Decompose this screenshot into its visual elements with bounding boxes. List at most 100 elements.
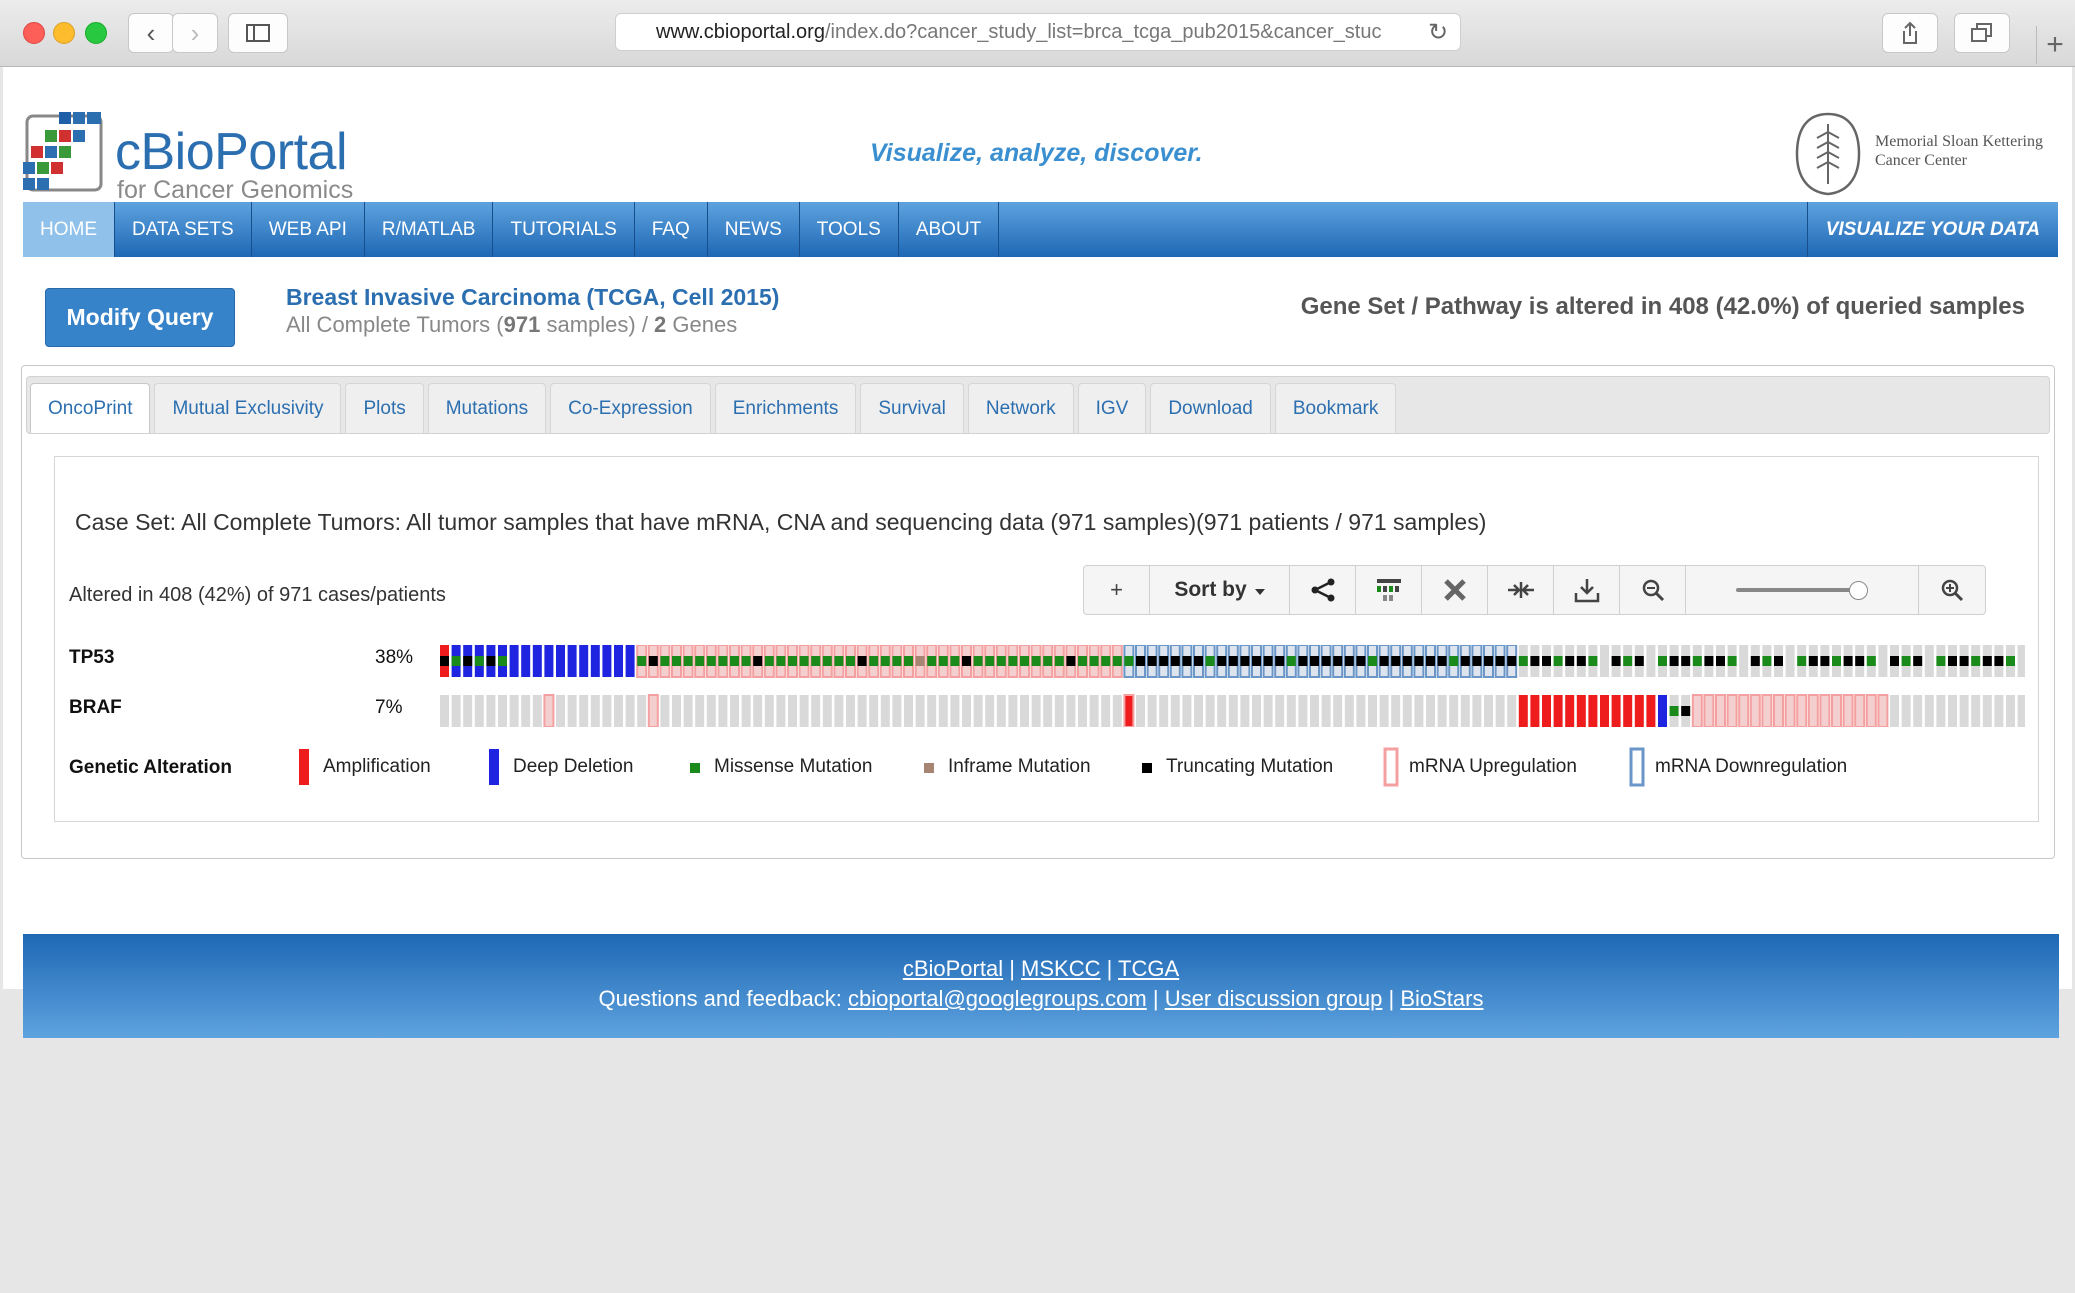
tab-bookmark[interactable]: Bookmark xyxy=(1274,383,1397,433)
oncoprint-cell-braf xyxy=(1749,694,1761,727)
oncoprint-mutation-tp53 xyxy=(451,656,461,666)
oncoprint-cell-braf xyxy=(1542,695,1551,727)
nav-about[interactable]: ABOUT xyxy=(899,202,1000,257)
maximize-window-button[interactable] xyxy=(85,22,107,44)
oncoprint-mutation-tp53 xyxy=(1704,656,1714,666)
tabs-overview-button[interactable] xyxy=(1954,13,2010,53)
sidebar-toggle-button[interactable] xyxy=(228,13,288,53)
oncoprint-cell-braf xyxy=(985,695,995,727)
oncoprint-cell-braf xyxy=(1773,694,1784,727)
nav-news[interactable]: NEWS xyxy=(708,202,800,257)
oncoprint-cell-braf xyxy=(892,695,902,727)
tab-co-expression[interactable]: Co-Expression xyxy=(550,383,711,433)
tab-network[interactable]: Network xyxy=(967,383,1074,433)
zoom-slider-thumb[interactable] xyxy=(1849,581,1869,600)
oncoprint-cell-braf xyxy=(1136,695,1145,727)
tab-plots[interactable]: Plots xyxy=(345,383,424,433)
oncoprint-mutation-tp53 xyxy=(1692,656,1702,666)
back-button[interactable]: ‹ xyxy=(128,13,174,53)
tab-download[interactable]: Download xyxy=(1150,383,1271,433)
footer-link-discussion[interactable]: User discussion group xyxy=(1165,986,1383,1011)
nav-home[interactable]: HOME xyxy=(23,202,115,257)
nav-faq[interactable]: FAQ xyxy=(635,202,708,257)
tab-survival[interactable]: Survival xyxy=(860,383,964,433)
oncoprint-mutation-tp53 xyxy=(1553,656,1563,666)
url-host: www.cbioportal.org xyxy=(656,20,825,43)
mskcc-logo[interactable]: Memorial Sloan Kettering Cancer Center xyxy=(1793,112,2063,197)
oncoprint-mutation-tp53 xyxy=(904,656,913,666)
oncoprint-mutation-tp53 xyxy=(498,656,507,666)
zoom-out-button[interactable] xyxy=(1620,566,1686,614)
oncoprint-mutation-tp53 xyxy=(1484,656,1493,666)
reload-icon[interactable]: ↻ xyxy=(1428,13,1448,51)
tab-oncoprint[interactable]: OncoPrint xyxy=(30,383,151,433)
share-button[interactable] xyxy=(1882,13,1938,53)
oncoprint-cell-braf xyxy=(776,695,786,727)
footer-link-mskcc[interactable]: MSKCC xyxy=(1021,956,1100,981)
share-button[interactable] xyxy=(1290,566,1356,614)
oncoprint-mutation-tp53 xyxy=(1031,656,1041,666)
study-summary: All Complete Tumors (971 samples) / 2 Ge… xyxy=(286,312,737,338)
oncoprint-cell-braf xyxy=(1831,694,1842,727)
oncoprint-cell-braf xyxy=(822,695,832,727)
oncoprint-toolbar: + Sort by xyxy=(1083,565,1986,615)
oncoprint-cell-braf xyxy=(1194,695,1203,727)
forward-button[interactable]: › xyxy=(172,13,218,53)
nav-tools[interactable]: TOOLS xyxy=(800,202,899,257)
oncoprint-mutation-tp53 xyxy=(1379,656,1389,666)
tab-mutual-exclusivity[interactable]: Mutual Exclusivity xyxy=(154,383,342,433)
oncoprint-cell-braf xyxy=(1484,695,1493,727)
legend-inframe: Inframe Mutation xyxy=(922,747,1091,787)
oncoprint-cell-braf xyxy=(1913,695,1923,727)
oncoprint-cell-braf xyxy=(1298,695,1308,727)
remove-whitespace-button[interactable] xyxy=(1422,566,1488,614)
download-button[interactable] xyxy=(1554,566,1620,614)
modify-query-button[interactable]: Modify Query xyxy=(45,288,235,347)
nav-r-matlab[interactable]: R/MATLAB xyxy=(365,202,494,257)
visualize-your-data-link[interactable]: VISUALIZE YOUR DATA xyxy=(1806,202,2058,257)
oncoprint-cell-braf xyxy=(996,695,1006,727)
tab-igv[interactable]: IGV xyxy=(1077,383,1147,433)
nav-web-api[interactable]: WEB API xyxy=(252,202,365,257)
minimize-window-button[interactable] xyxy=(53,22,75,44)
oncoprint-mutation-tp53 xyxy=(1449,656,1459,666)
study-title-link[interactable]: Breast Invasive Carcinoma (TCGA, Cell 20… xyxy=(286,284,779,311)
oncoprint-cell-braf xyxy=(1703,694,1715,727)
zoom-in-button[interactable] xyxy=(1919,566,1985,614)
gene-label-braf[interactable]: BRAF xyxy=(69,697,122,719)
oncoprint-mutation-tp53 xyxy=(2006,656,2015,666)
new-tab-button[interactable]: + xyxy=(2036,26,2073,64)
oncoprint-mutation-tp53 xyxy=(648,656,658,666)
oncoprint-mutation-tp53 xyxy=(1681,656,1691,666)
oncoprint-cell-tp53 xyxy=(602,645,612,677)
tab-enrichments[interactable]: Enrichments xyxy=(714,383,857,433)
oncoprint-cell-braf xyxy=(1217,695,1227,727)
oncoprint-cell-braf xyxy=(927,695,937,727)
feedback-prefix: Questions and feedback: xyxy=(598,986,849,1011)
add-track-button[interactable]: + xyxy=(1084,566,1150,614)
oncoprint-grid[interactable] xyxy=(440,645,2025,727)
compress-columns-button[interactable] xyxy=(1488,566,1554,614)
address-bar[interactable]: www.cbioportal.org/index.do?cancer_study… xyxy=(615,13,1461,51)
nav-tutorials[interactable]: TUTORIALS xyxy=(493,202,635,257)
oncoprint-cell-braf xyxy=(1507,695,1517,727)
sort-by-dropdown[interactable]: Sort by xyxy=(1150,566,1290,614)
show-unaltered-button[interactable] xyxy=(1356,566,1422,614)
oncoprint-mutation-tp53 xyxy=(1414,656,1424,666)
gene-label-tp53[interactable]: TP53 xyxy=(69,647,114,669)
zoom-slider-track xyxy=(1736,588,1862,592)
footer-link-cbioportal[interactable]: cBioPortal xyxy=(903,956,1003,981)
nav-data-sets[interactable]: DATA SETS xyxy=(115,202,252,257)
tab-mutations[interactable]: Mutations xyxy=(427,383,547,433)
cbioportal-logo[interactable]: cBioPortal for Cancer Genomics xyxy=(23,112,383,204)
url-path: /index.do?cancer_study_list=brca_tcga_pu… xyxy=(824,20,1382,43)
footer-link-email[interactable]: cbioportal@googlegroups.com xyxy=(848,986,1147,1011)
zoom-slider[interactable] xyxy=(1686,566,1919,614)
close-window-button[interactable] xyxy=(23,22,45,44)
oncoprint-cell-braf xyxy=(1228,695,1238,727)
oncoprint-mutation-tp53 xyxy=(463,656,473,666)
footer-link-tcga[interactable]: TCGA xyxy=(1118,956,1179,981)
oncoprint-cell-braf xyxy=(509,695,519,727)
footer-link-biostars[interactable]: BioStars xyxy=(1400,986,1483,1011)
oncoprint-mutation-tp53 xyxy=(1008,656,1018,666)
